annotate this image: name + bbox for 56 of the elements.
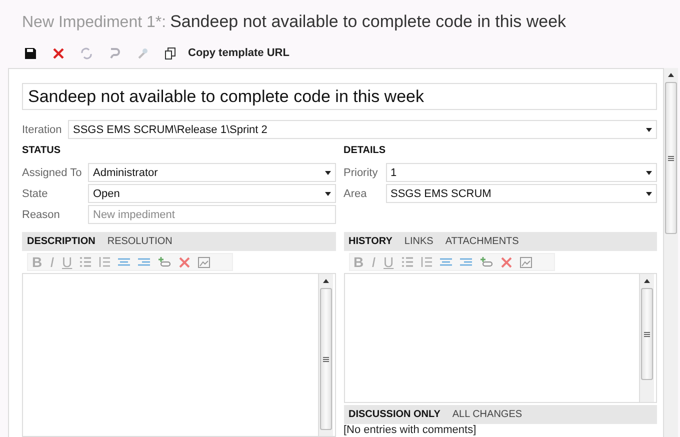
copy-template-url-button[interactable]: Copy template URL xyxy=(188,47,290,59)
tab[interactable]: DISCUSSION ONLY xyxy=(348,409,440,420)
grip-icon xyxy=(322,356,328,362)
numbered-list-icon[interactable] xyxy=(99,257,110,267)
link-icon[interactable] xyxy=(158,257,172,267)
indent-icon[interactable] xyxy=(460,258,472,266)
section-heading: DETAILS xyxy=(344,145,387,158)
dropdown-field[interactable]: 1 xyxy=(386,163,657,182)
tab[interactable]: RESOLUTION xyxy=(107,236,172,247)
copy-icon[interactable] xyxy=(164,46,177,60)
dropdown-field[interactable]: SSGS EMS SCRUM xyxy=(386,184,657,203)
tab[interactable]: ALL CHANGES xyxy=(452,409,522,420)
dropdown-arrow-icon xyxy=(646,192,652,196)
dropdown-arrow-icon xyxy=(646,128,652,132)
grip-icon xyxy=(644,332,650,336)
scroll-up-arrow-icon[interactable] xyxy=(322,279,328,283)
numbered-list-icon[interactable] xyxy=(420,257,432,267)
history-message: [No entries with comments] xyxy=(344,424,478,436)
tab[interactable]: LINKS xyxy=(404,236,434,247)
grip-icon xyxy=(668,156,674,160)
vertical-scrollbar[interactable] xyxy=(639,274,654,402)
field-label: Area xyxy=(344,188,368,200)
field-label: Priority xyxy=(344,166,379,178)
dropdown-arrow-icon xyxy=(324,192,330,196)
indent-icon[interactable] xyxy=(138,258,150,266)
field-label: Reason xyxy=(22,208,61,220)
delete-icon[interactable] xyxy=(179,256,190,268)
tab[interactable]: ATTACHMENTS xyxy=(445,236,519,247)
dropdown-field[interactable]: SSGS EMS SCRUM\Release 1\Sprint 2 xyxy=(68,120,657,139)
vertical-scrollbar[interactable] xyxy=(318,274,332,436)
field-label: State xyxy=(22,188,49,200)
tab[interactable]: DESCRIPTION xyxy=(27,236,96,247)
scroll-up-arrow-icon[interactable] xyxy=(644,279,650,283)
title-field[interactable]: Sandeep not available to complete code in this week xyxy=(22,83,657,110)
save-icon[interactable] xyxy=(24,46,37,60)
delete-icon[interactable] xyxy=(500,256,512,268)
image-icon[interactable] xyxy=(198,256,210,268)
close-icon[interactable] xyxy=(52,46,65,60)
vertical-scrollbar[interactable] xyxy=(663,68,678,437)
link-icon[interactable] xyxy=(480,257,493,267)
section-heading: STATUS xyxy=(22,145,62,158)
field-label: Assigned To xyxy=(22,166,83,178)
dropdown-arrow-icon xyxy=(324,170,330,174)
scroll-up-arrow-icon[interactable] xyxy=(668,73,674,77)
image-icon[interactable] xyxy=(520,256,532,268)
tab[interactable]: HISTORY xyxy=(348,236,392,247)
bullet-list-icon[interactable] xyxy=(402,257,413,267)
dropdown-arrow-icon xyxy=(646,170,652,174)
field-label: Iteration xyxy=(22,124,63,136)
outdent-icon[interactable] xyxy=(118,258,130,266)
bullet-list-icon[interactable] xyxy=(80,257,92,267)
title-prefix: New Impediment 1*: xyxy=(22,14,166,32)
window-title: Sandeep not available to complete code in this week xyxy=(170,12,566,32)
dropdown-field[interactable]: Open xyxy=(88,184,336,203)
dropdown-field[interactable]: Administrator xyxy=(88,163,336,182)
outdent-icon[interactable] xyxy=(440,258,452,266)
